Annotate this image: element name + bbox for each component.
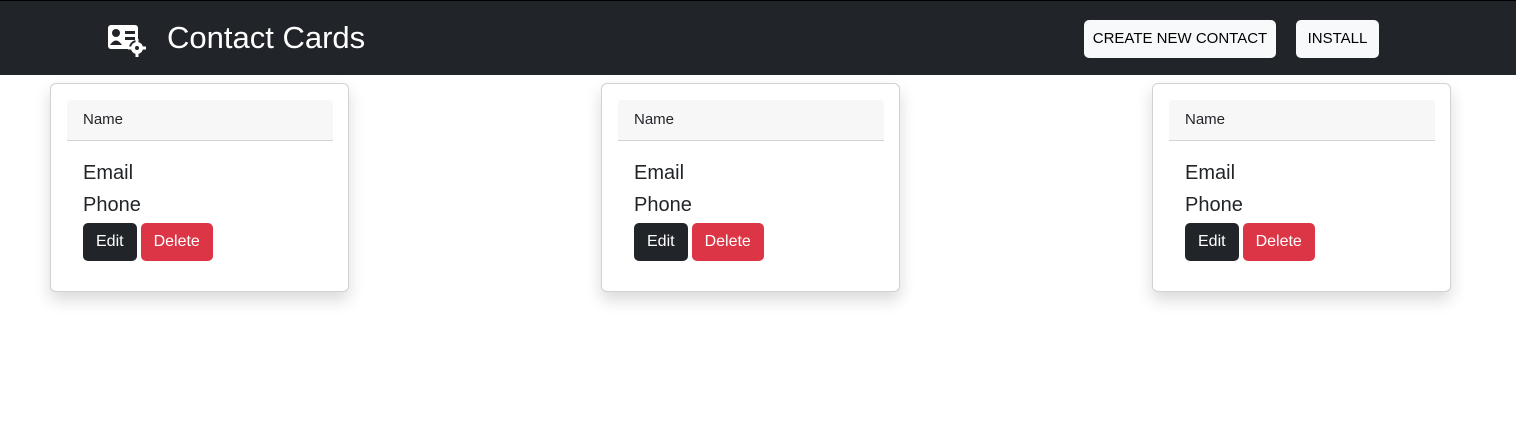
app-title: Contact Cards [167, 20, 366, 55]
contact-email: Email [83, 162, 134, 184]
card-actions: Edit Delete [1185, 223, 1315, 261]
contact-email: Email [1185, 162, 1236, 184]
contact-name: Name [1169, 100, 1435, 141]
brand[interactable]: Contact Cards [107, 19, 365, 57]
contact-card: Name Email Phone Edit Delete [50, 83, 349, 292]
contact-name: Name [67, 100, 333, 141]
card-body: Email Phone Edit Delete [634, 157, 764, 261]
contact-email: Email [634, 162, 685, 184]
contact-card: Name Email Phone Edit Delete [1152, 83, 1451, 292]
edit-button[interactable]: Edit [83, 223, 137, 261]
contact-phone: Phone [634, 194, 692, 216]
install-button[interactable]: INSTALL [1296, 20, 1379, 58]
delete-button[interactable]: Delete [140, 223, 213, 261]
contact-phone: Phone [83, 194, 141, 216]
card-actions: Edit Delete [634, 223, 764, 261]
card-body: Email Phone Edit Delete [83, 157, 213, 261]
delete-button[interactable]: Delete [1242, 223, 1315, 261]
contact-card-gear-icon [107, 19, 147, 57]
contact-name: Name [618, 100, 884, 141]
delete-button[interactable]: Delete [691, 223, 764, 261]
create-new-contact-button[interactable]: CREATE NEW CONTACT [1084, 20, 1276, 58]
navbar: Contact Cards CREATE NEW CONTACT INSTALL [0, 0, 1516, 75]
contact-phone: Phone [1185, 194, 1243, 216]
contact-card: Name Email Phone Edit Delete [601, 83, 900, 292]
edit-button[interactable]: Edit [634, 223, 688, 261]
card-actions: Edit Delete [83, 223, 213, 261]
edit-button[interactable]: Edit [1185, 223, 1239, 261]
card-body: Email Phone Edit Delete [1185, 157, 1315, 261]
